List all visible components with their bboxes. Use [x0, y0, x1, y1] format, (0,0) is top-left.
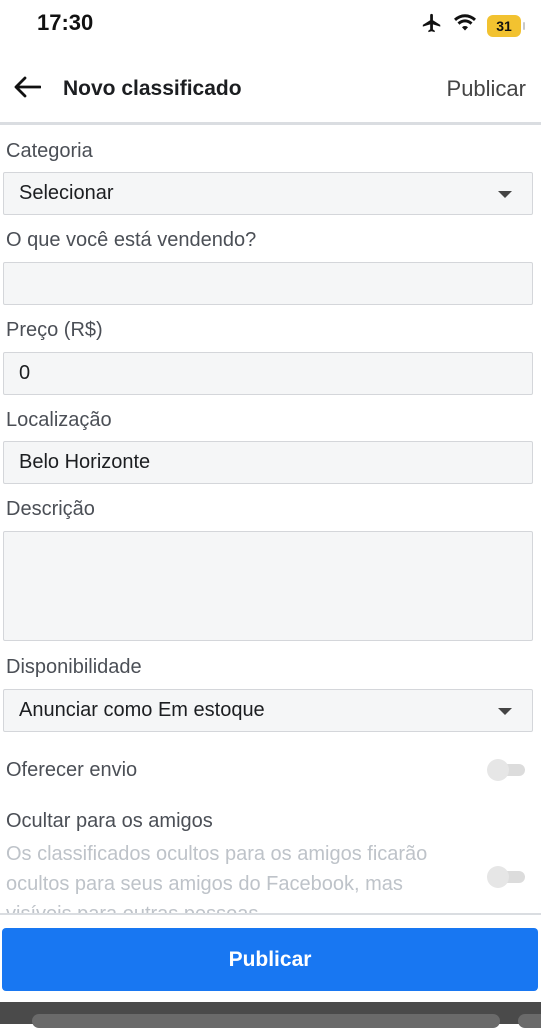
toggle-knob: [487, 759, 509, 781]
price-value: 0: [19, 362, 31, 384]
category-label: Categoria: [6, 140, 93, 162]
availability-value: Anunciar como Em estoque: [19, 699, 265, 721]
browser-tab-button[interactable]: [518, 1014, 541, 1028]
availability-select[interactable]: Anunciar como Em estoque: [3, 689, 533, 732]
app-header: Novo classificado Publicar: [0, 56, 541, 125]
location-value: Belo Horizonte: [19, 451, 151, 473]
price-input[interactable]: 0: [3, 352, 533, 395]
shipping-label: Oferecer envio: [6, 759, 138, 781]
hide-friends-toggle[interactable]: [487, 866, 525, 888]
availability-label: Disponibilidade: [6, 656, 142, 678]
item-input[interactable]: [3, 262, 533, 305]
wifi-icon: [453, 13, 477, 38]
toggle-knob: [487, 866, 509, 888]
location-label: Localização: [6, 409, 112, 431]
back-button[interactable]: [8, 70, 46, 108]
footer-divider: [0, 913, 541, 915]
location-input[interactable]: Belo Horizonte: [3, 441, 533, 484]
publish-button[interactable]: Publicar: [2, 928, 538, 991]
arrow-left-icon: [13, 76, 42, 103]
listing-form: Categoria Selecionar O que você está ven…: [0, 125, 541, 915]
hide-friends-label: Ocultar para os amigos: [6, 810, 213, 832]
status-time: 17:30: [37, 10, 94, 35]
item-label: O que você está vendendo?: [6, 229, 257, 251]
category-select[interactable]: Selecionar: [3, 172, 533, 215]
status-bar: 17:30 31: [0, 0, 541, 50]
shipping-toggle[interactable]: [487, 759, 525, 781]
dropdown-caret-icon: [498, 190, 512, 198]
page-title: Novo classificado: [63, 77, 242, 100]
hide-friends-hint: Os classificados ocultos para os amigos …: [6, 843, 428, 915]
airplane-mode-icon: [421, 12, 443, 39]
publish-link[interactable]: Publicar: [447, 76, 526, 102]
dropdown-caret-icon: [498, 707, 512, 715]
description-textarea[interactable]: [3, 531, 533, 641]
browser-address-bar[interactable]: [32, 1014, 500, 1028]
price-label: Preço (R$): [6, 319, 103, 341]
category-value: Selecionar: [19, 182, 114, 204]
description-label: Descrição: [6, 498, 95, 520]
battery-indicator: 31: [487, 14, 525, 37]
status-icons: 31: [421, 12, 525, 39]
browser-toolbar: [0, 1002, 541, 1028]
